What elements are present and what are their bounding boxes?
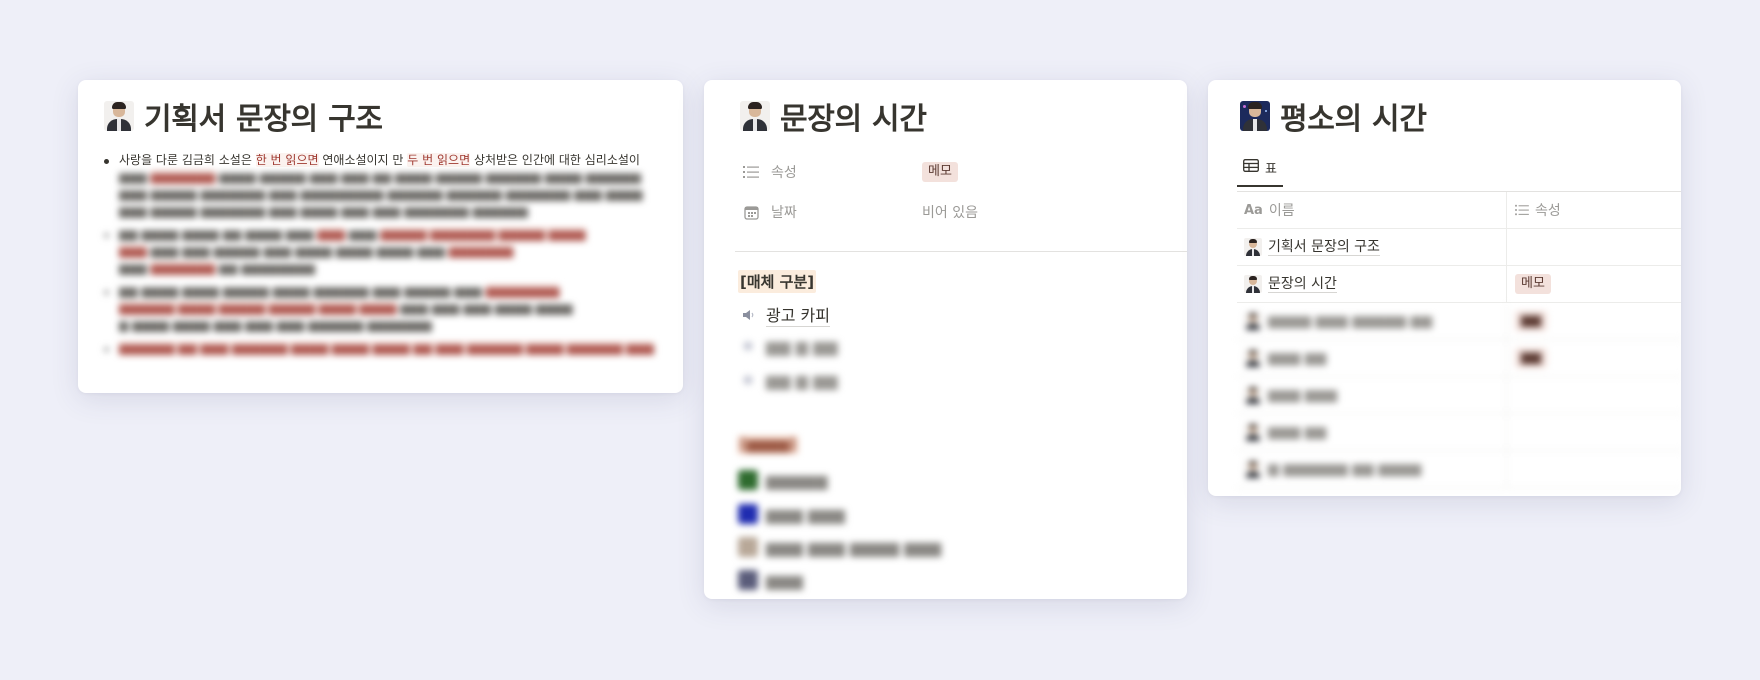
bullet-item: 사랑을 다룬 김금희 소설은 한 번 읽으면 연애소설이지 만 두 번 읽으면 … [100,152,683,169]
column-header-name[interactable]: Aa 이름 [1237,192,1507,228]
bullet-text: 연애소설이지 만 [318,153,408,167]
page-title: 기획서 문장의 구조 [104,94,383,138]
person-avatar-icon [1244,238,1262,256]
page-title: 문장의 시간 [740,94,927,138]
name-cell[interactable]: 기획서 문장의 구조 [1237,229,1507,265]
table-icon [1243,159,1259,176]
column-label: 이름 [1268,203,1295,219]
list-item[interactable]: 광고 카피 [738,302,830,327]
section-heading: [매체 구분] [738,270,817,293]
tab-table[interactable]: 표 [1237,152,1283,187]
calendar-icon [742,203,760,221]
name-cell[interactable]: 문장의 시간 [1237,266,1507,302]
text-icon: Aa [1244,202,1263,218]
row-title: 기획서 문장의 구조 [1268,238,1380,256]
person-avatar-icon [1244,275,1262,293]
bullet-text: 상처받은 인간에 대한 심리소설이 [470,153,640,167]
property-value[interactable]: 메모 [922,162,958,182]
property-label: 속성 [771,165,797,181]
person-avatar-icon [740,101,770,131]
list-icon [742,163,760,181]
property-row[interactable]: 날짜 비어 있음 [742,202,978,222]
property-row[interactable]: 속성 메모 [742,162,958,182]
row-title: 문장의 시간 [1268,275,1337,293]
item-label: 광고 카피 [766,302,830,327]
list-icon [1515,204,1529,216]
table-header: Aa 이름 속성 [1237,191,1681,229]
table-row[interactable]: 기획서 문장의 구조 [1237,229,1681,266]
property-value-empty[interactable]: 비어 있음 [922,202,978,222]
page-title-text: 기획서 문장의 구조 [144,102,383,137]
page-preview-card[interactable]: 기획서 문장의 구조 사랑을 다룬 김금희 소설은 한 번 읽으면 연애소설이지… [78,80,683,393]
blurred-content: ▆▆▆▆ ▆▆▆ ▆▆▆▆▆ ▆▆ ▆▆ ▆▆▆ ▆▆ ▆▆ ▆▆▆ ▆▆▆ ▆▆▆… [1237,303,1681,488]
property-label: 날짜 [771,205,797,221]
page-title: 평소의 시간 [1240,94,1427,138]
property-cell[interactable] [1507,229,1681,265]
bullet-list: 사랑을 다룬 김금희 소설은 한 번 읽으면 연애소설이지 만 두 번 읽으면 … [100,152,683,357]
tag-badge: 메모 [1515,274,1551,294]
bullet-text: 사랑을 다룬 김금희 소설은 [119,153,256,167]
column-header-property[interactable]: 속성 [1507,192,1681,228]
column-label: 속성 [1535,203,1561,219]
tag-badge: 메모 [922,162,958,182]
highlighted-text: 두 번 읽으면 [407,153,471,167]
view-tabs: 표 [1237,152,1283,187]
table-row[interactable]: 문장의 시간 메모 [1237,266,1681,303]
property-cell[interactable]: 메모 [1507,266,1681,302]
page-preview-card[interactable]: 평소의 시간 표 Aa 이름 속성 기획서 문장의 구조 문장의 시간 메모 ▆… [1208,80,1681,496]
speaker-icon [738,305,758,325]
divider [735,251,1187,252]
highlighted-text: 한 번 읽으면 [255,153,319,167]
person-avatar-icon [104,101,134,131]
blurred-content: ▆▆▆ ▆▆▆▆▆▆▆ ▆▆▆▆ ▆▆▆▆▆ ▆▆▆ ▆▆▆ ▆▆ ▆▆▆▆ ▆… [100,169,683,357]
space-avatar-icon [1240,101,1270,131]
database-table: Aa 이름 속성 기획서 문장의 구조 문장의 시간 메모 ▆▆▆▆ ▆▆▆ ▆… [1237,191,1681,488]
bullet-dot [104,159,109,164]
page-title-text: 평소의 시간 [1280,102,1427,137]
page-preview-card[interactable]: 문장의 시간 속성 메모 날짜 비어 있음 [매체 구분] 광고 카피 ▆▆ ▆… [704,80,1187,599]
page-title-text: 문장의 시간 [780,102,927,137]
tab-label: 표 [1265,162,1277,177]
